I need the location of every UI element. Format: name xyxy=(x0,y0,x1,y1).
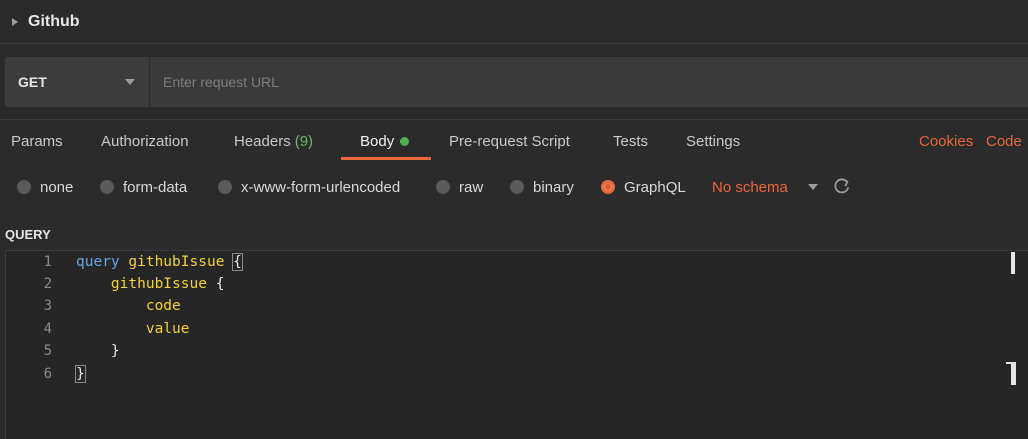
radio-circle-icon xyxy=(510,180,524,194)
chevron-down-icon xyxy=(125,79,135,85)
line-number: 6 xyxy=(43,366,52,382)
tab-label: Settings xyxy=(686,132,741,150)
subfield-token: value xyxy=(145,321,190,337)
code-text: } xyxy=(75,365,86,383)
tab-label: Headers xyxy=(234,132,291,150)
radio-form-data[interactable]: form-data xyxy=(100,172,187,202)
radio-label: none xyxy=(40,178,74,196)
tab-headers[interactable]: Headers (9) xyxy=(234,122,313,160)
radio-label: binary xyxy=(533,178,574,196)
cookies-link[interactable]: Cookies xyxy=(919,122,973,160)
method-select[interactable]: GET xyxy=(5,57,149,107)
code-text: code xyxy=(76,298,181,314)
refresh-icon[interactable] xyxy=(833,176,851,196)
text-cursor-icon xyxy=(1006,362,1019,385)
field-token: githubIssue xyxy=(110,276,207,292)
tab-pre-request-script[interactable]: Pre-request Script xyxy=(449,122,570,160)
radio-circle-icon xyxy=(436,180,450,194)
scrollbar-marker[interactable] xyxy=(1011,252,1015,274)
radio-graphql[interactable]: GraphQL xyxy=(601,172,686,202)
radio-circle-icon xyxy=(218,180,232,194)
code-text: query githubIssue { xyxy=(76,253,243,271)
code-line: 6 } xyxy=(6,363,996,385)
divider xyxy=(0,119,1028,120)
query-editor[interactable]: 1 query githubIssue { 2 githubIssue { 3 … xyxy=(5,250,1028,439)
tab-body[interactable]: Body xyxy=(360,122,410,160)
status-dot-icon xyxy=(400,136,410,146)
tab-label: Params xyxy=(11,132,63,150)
method-label: GET xyxy=(18,74,47,90)
code-text: } xyxy=(76,343,120,359)
code-line: 5 } xyxy=(6,340,996,362)
active-tab-indicator xyxy=(341,157,431,160)
radio-binary[interactable]: binary xyxy=(510,172,574,202)
tab-label: Pre-request Script xyxy=(449,132,570,150)
code-line: 1 query githubIssue { xyxy=(6,251,996,273)
radio-circle-icon xyxy=(100,180,114,194)
subfield-token: code xyxy=(145,298,181,314)
radio-none[interactable]: none xyxy=(17,172,73,202)
schema-select[interactable]: No schema xyxy=(712,172,788,202)
code-text: value xyxy=(76,321,190,337)
tab-label: Authorization xyxy=(101,132,189,150)
tab-tests[interactable]: Tests xyxy=(613,122,648,160)
radio-label: form-data xyxy=(123,178,188,196)
line-number: 3 xyxy=(43,298,52,314)
tab-params[interactable]: Params xyxy=(11,122,63,160)
radio-selected-icon xyxy=(601,180,615,194)
radio-circle-icon xyxy=(17,180,31,194)
brace-token: } xyxy=(75,365,86,383)
brace-token: } xyxy=(110,343,120,359)
request-tabs: Params Authorization Headers (9) Body Pr… xyxy=(0,122,1028,160)
line-number: 1 xyxy=(43,254,52,270)
code-link[interactable]: Code xyxy=(986,122,1022,160)
keyword-token: query xyxy=(76,254,120,270)
chevron-down-icon[interactable] xyxy=(808,184,818,190)
headers-count-badge: (9) xyxy=(294,132,314,150)
url-input[interactable] xyxy=(149,57,1028,107)
radio-raw[interactable]: raw xyxy=(436,172,483,202)
line-number: 2 xyxy=(43,276,52,292)
radio-label: GraphQL xyxy=(624,178,686,196)
radio-label: x-www-form-urlencoded xyxy=(241,178,401,196)
collection-header[interactable]: Github xyxy=(0,0,1028,44)
tab-settings[interactable]: Settings xyxy=(686,122,740,160)
body-type-selector: none form-data x-www-form-urlencoded raw… xyxy=(0,172,1028,202)
tab-label: Body xyxy=(360,132,395,150)
schema-label: No schema xyxy=(712,178,788,196)
brace-token: { xyxy=(215,276,225,292)
tab-authorization[interactable]: Authorization xyxy=(101,122,189,160)
caret-right-icon[interactable] xyxy=(12,17,18,26)
radio-x-www-form-urlencoded[interactable]: x-www-form-urlencoded xyxy=(218,172,400,202)
line-number: 5 xyxy=(43,343,52,359)
code-text: githubIssue { xyxy=(76,276,225,292)
request-url-bar: GET xyxy=(5,57,1028,107)
code-line: 3 code xyxy=(6,295,996,317)
collection-title: Github xyxy=(28,12,80,30)
tab-label: Tests xyxy=(613,132,649,150)
line-number: 4 xyxy=(43,321,52,337)
code-line: 4 value xyxy=(6,318,996,340)
code-line: 2 githubIssue { xyxy=(6,273,996,295)
operation-name-token: githubIssue xyxy=(128,254,225,270)
brace-token: { xyxy=(232,253,243,271)
query-section-label: QUERY xyxy=(5,227,51,242)
radio-label: raw xyxy=(459,178,484,196)
